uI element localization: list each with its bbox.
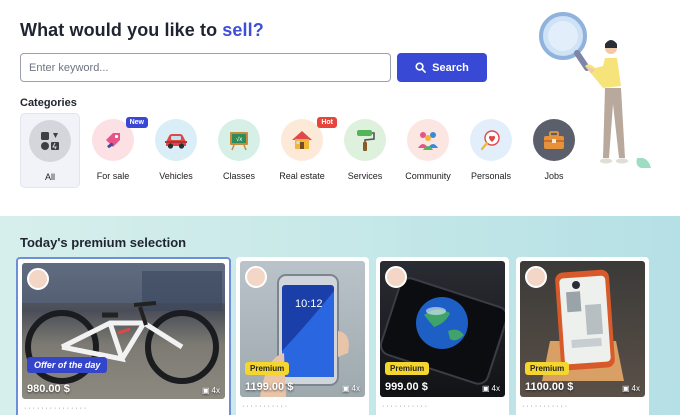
category-label: All (44, 172, 55, 182)
listing-price: 1199.00 $ (245, 381, 294, 393)
listing-card[interactable]: 10:12 Premium 1199.00 $ ▣ 4x · · · · · · … (236, 257, 369, 415)
category-label: For sale (96, 171, 130, 181)
bicycle-photo: Offer of the day 980.00 $ ▣ 4x (22, 263, 225, 399)
listing-price: 999.00 $ (385, 381, 428, 393)
search-button[interactable]: Search (397, 53, 487, 82)
offer-of-the-day-tag: Offer of the day (27, 357, 108, 373)
listing-price: 980.00 $ (27, 383, 70, 395)
premium-tag: Premium (385, 362, 430, 375)
search-icon (415, 62, 427, 73)
heart-pin-icon (470, 119, 512, 161)
category-all[interactable]: All (20, 113, 80, 188)
premium-tag: Premium (245, 362, 290, 375)
listing-meta: · · · · · · · · · · · · · · · (24, 405, 87, 412)
category-services[interactable]: Services (335, 113, 395, 188)
photo-count-value: 4x (491, 384, 500, 393)
search-input[interactable] (20, 53, 391, 82)
photo-count-value: 4x (211, 386, 220, 395)
category-label: Real estate (279, 171, 325, 181)
photo-count: ▣ 4x (622, 384, 640, 393)
category-label: Personals (470, 171, 512, 181)
house-icon: Hot (281, 117, 337, 161)
category-classes[interactable]: √x Classes (209, 113, 269, 188)
photo-count-value: 4x (351, 384, 360, 393)
seller-avatar[interactable] (525, 266, 547, 288)
camera-icon: ▣ (481, 384, 490, 393)
paint-roller-icon (344, 119, 386, 161)
premium-section-title: Today's premium selection (20, 235, 187, 250)
chalkboard-icon: √x (218, 119, 260, 161)
listing-meta: · · · · · · · · · · · (522, 403, 568, 410)
listing-card[interactable]: Premium 1100.00 $ ▣ 4x · · · · · · · · · … (516, 257, 649, 415)
tag-icon: New (92, 117, 148, 161)
bicycle-icon (22, 263, 225, 384)
categories-heading: Categories (20, 97, 77, 109)
category-list: All New For sale Vehicles √x Classes Hot… (20, 113, 584, 188)
seller-avatar[interactable] (27, 268, 49, 290)
category-label: Community (405, 171, 451, 181)
category-label: Classes (222, 171, 255, 181)
phone-photo: Premium 999.00 $ ▣ 4x (380, 261, 505, 397)
seller-avatar[interactable] (245, 266, 267, 288)
premium-section: Today's premium selection Offer of the d… (0, 216, 680, 415)
photo-count: ▣ 4x (482, 384, 500, 393)
page-title: What would you like to sell? (20, 20, 264, 41)
grid-icon (29, 120, 71, 162)
phone-photo: 10:12 Premium 1199.00 $ ▣ 4x (240, 261, 365, 397)
category-community[interactable]: Community (398, 113, 458, 188)
photo-count: ▣ 4x (202, 386, 220, 395)
photo-count: ▣ 4x (342, 384, 360, 393)
camera-icon: ▣ (201, 386, 210, 395)
camera-icon: ▣ (621, 384, 630, 393)
camera-icon: ▣ (341, 384, 350, 393)
listing-card[interactable]: Premium 999.00 $ ▣ 4x · · · · · · · · · ·… (376, 257, 509, 415)
svg-text:√x: √x (236, 136, 242, 143)
people-icon (407, 119, 449, 161)
search-button-label: Search (432, 61, 469, 74)
photo-count-value: 4x (631, 384, 640, 393)
category-label: Services (347, 171, 383, 181)
seller-avatar[interactable] (385, 266, 407, 288)
phone-photo: Premium 1100.00 $ ▣ 4x (520, 261, 645, 397)
category-label: Vehicles (159, 171, 193, 181)
premium-tag: Premium (525, 362, 570, 375)
hero-section: What would you like to sell? Search Cate… (0, 0, 680, 216)
new-badge: New (125, 117, 148, 128)
category-personals[interactable]: Personals (461, 113, 521, 188)
svg-text:10:12: 10:12 (295, 298, 323, 310)
title-prefix: What would you like to (20, 20, 223, 40)
category-vehicles[interactable]: Vehicles (146, 113, 206, 188)
listing-price: 1100.00 $ (525, 381, 574, 393)
listing-meta: · · · · · · · · · · · (242, 403, 288, 410)
category-for-sale[interactable]: New For sale (83, 113, 148, 188)
listing-card[interactable]: Offer of the day 980.00 $ ▣ 4x · · · · · … (16, 257, 231, 415)
listing-meta: · · · · · · · · · · · (382, 403, 428, 410)
category-real-estate[interactable]: Hot Real estate (272, 113, 337, 188)
car-icon (155, 119, 197, 161)
title-accent: sell? (222, 20, 264, 40)
marketplace-page: What would you like to sell? Search Cate… (0, 0, 680, 415)
magnifier-person-illustration (539, 12, 651, 168)
